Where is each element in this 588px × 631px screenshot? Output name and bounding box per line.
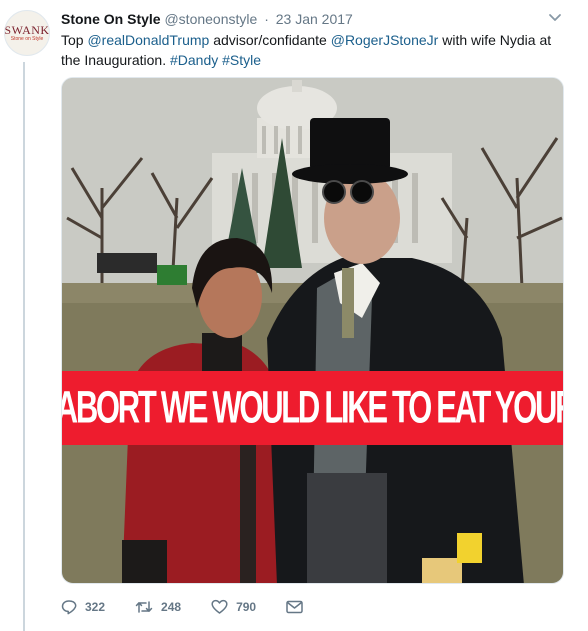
avatar-sub-text: Stone on Style bbox=[10, 36, 44, 42]
retweet-icon bbox=[135, 601, 153, 613]
retweet-count: 248 bbox=[161, 600, 182, 614]
tweet-date[interactable]: 23 Jan 2017 bbox=[276, 11, 353, 27]
tweet-header: Stone On Style @stoneonstyle · 23 Jan 20… bbox=[61, 10, 561, 30]
mention-link[interactable]: @RogerJStoneJr bbox=[331, 32, 439, 48]
like-button[interactable]: 790 bbox=[211, 599, 256, 615]
direct-message-button[interactable] bbox=[286, 600, 311, 614]
author-name[interactable]: Stone On Style bbox=[61, 11, 161, 27]
envelope-icon bbox=[286, 600, 303, 614]
author-handle[interactable]: @stoneonstyle bbox=[164, 11, 257, 27]
reply-icon bbox=[61, 600, 77, 615]
like-count: 790 bbox=[236, 600, 257, 614]
tweet-text: Top @realDonaldTrump advisor/confidante … bbox=[61, 30, 566, 70]
tweet-media[interactable]: DON'T ABORT WE WOULD LIKE TO EAT YOUR BA… bbox=[61, 77, 564, 584]
reply-button[interactable]: 322 bbox=[61, 599, 105, 615]
tweet-text-part: advisor/confidante bbox=[209, 32, 331, 48]
tweet-actions: 322 248 790 bbox=[61, 596, 341, 618]
tweet-text-part: Top bbox=[61, 32, 88, 48]
header-separator: · bbox=[264, 11, 269, 27]
media-photo bbox=[62, 78, 563, 583]
thread-line bbox=[23, 62, 25, 631]
reply-count: 322 bbox=[85, 600, 106, 614]
meme-banner: DON'T ABORT WE WOULD LIKE TO EAT YOUR BA… bbox=[61, 371, 563, 445]
meme-banner-text: DON'T ABORT WE WOULD LIKE TO EAT YOUR BA… bbox=[61, 381, 563, 433]
retweet-button[interactable]: 248 bbox=[135, 599, 181, 615]
chevron-down-icon[interactable] bbox=[548, 12, 562, 24]
hashtag-link[interactable]: #Style bbox=[222, 52, 261, 68]
avatar-logo-text: SWANK bbox=[4, 23, 50, 37]
avatar[interactable]: SWANK Stone on Style bbox=[4, 10, 50, 56]
heart-icon bbox=[211, 599, 228, 614]
hashtag-link[interactable]: #Dandy bbox=[170, 52, 218, 68]
mention-link[interactable]: @realDonaldTrump bbox=[87, 32, 209, 48]
